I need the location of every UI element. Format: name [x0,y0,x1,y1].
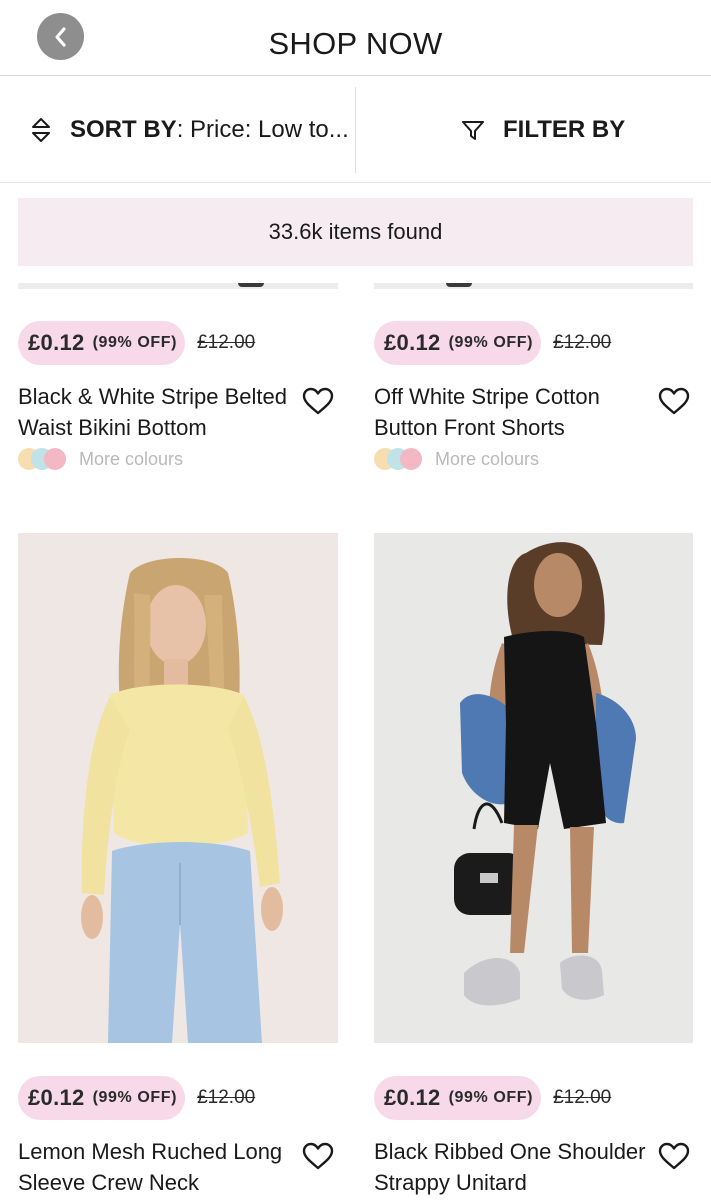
sale-price-badge: £0.12 (99% OFF) [18,321,186,365]
product-name[interactable]: Lemon Mesh Ruched Long Sleeve Crew Neck [18,1136,290,1198]
discount-percent: (99% OFF) [448,334,534,351]
product-name[interactable]: Black & White Stripe Belted Waist Bikini… [18,381,290,443]
original-price: £12.00 [553,1087,612,1108]
product-name[interactable]: Off White Stripe Cotton Button Front Sho… [374,381,646,443]
sort-filter-toolbar: SORT BY : Price: Low to... FILTER BY [0,77,711,183]
heart-icon[interactable] [658,1142,690,1170]
more-colours-link[interactable]: More colours [18,447,183,471]
sale-price-badge: £0.12 (99% OFF) [18,1076,186,1120]
filter-by-button[interactable]: FILTER BY [461,113,625,147]
filter-by-label: FILTER BY [503,116,626,143]
sale-price-badge: £0.12 (99% OFF) [374,321,542,365]
heart-icon[interactable] [302,1142,334,1170]
product-card[interactable]: £0.12 (99% OFF) £12.00 Off White Stripe … [374,321,694,481]
funnel-icon [461,117,487,143]
product-image[interactable] [374,533,693,1043]
results-count-text: 33.6k items found [268,219,443,244]
price-row: £0.12 (99% OFF) £12.00 [374,1076,611,1120]
toolbar-divider [355,87,356,173]
sort-by-label: SORT BY [70,116,177,143]
sale-price: £0.12 [28,1085,85,1110]
sale-price: £0.12 [28,330,85,355]
price-row: £0.12 (99% OFF) £12.00 [374,321,611,365]
sort-by-value: : Price: Low to... [176,116,349,143]
heart-icon[interactable] [302,387,334,415]
discount-percent: (99% OFF) [92,334,178,351]
colour-swatches [18,448,68,470]
product-card[interactable]: £0.12 (99% OFF) £12.00 Lemon Mesh Ruched… [18,1076,338,1200]
sale-price-badge: £0.12 (99% OFF) [374,1076,542,1120]
product-card[interactable]: £0.12 (99% OFF) £12.00 Black Ribbed One … [374,1076,694,1200]
original-price: £12.00 [553,332,612,353]
product-image[interactable] [18,533,338,1043]
price-row: £0.12 (99% OFF) £12.00 [18,1076,255,1120]
product-image-partial[interactable] [374,283,693,289]
price-row: £0.12 (99% OFF) £12.00 [18,321,255,365]
page-title: SHOP NOW [268,26,443,61]
more-colours-link[interactable]: More colours [374,447,539,471]
top-header: SHOP NOW [0,0,711,76]
sale-price: £0.12 [384,1085,441,1110]
colour-swatches [374,448,424,470]
more-colours-label: More colours [435,448,540,469]
sort-arrows-icon [30,116,54,144]
product-name[interactable]: Black Ribbed One Shoulder Strappy Unitar… [374,1136,646,1198]
original-price: £12.00 [197,332,256,353]
discount-percent: (99% OFF) [92,1089,178,1106]
original-price: £12.00 [197,1087,256,1108]
product-image-partial[interactable] [18,283,338,289]
product-card[interactable]: £0.12 (99% OFF) £12.00 Black & White Str… [18,321,338,481]
sale-price: £0.12 [384,330,441,355]
heart-icon[interactable] [658,387,690,415]
discount-percent: (99% OFF) [448,1089,534,1106]
more-colours-label: More colours [79,448,184,469]
sort-by-button[interactable]: SORT BY : Price: Low to... [30,113,349,147]
results-count-banner: 33.6k items found [18,198,693,266]
